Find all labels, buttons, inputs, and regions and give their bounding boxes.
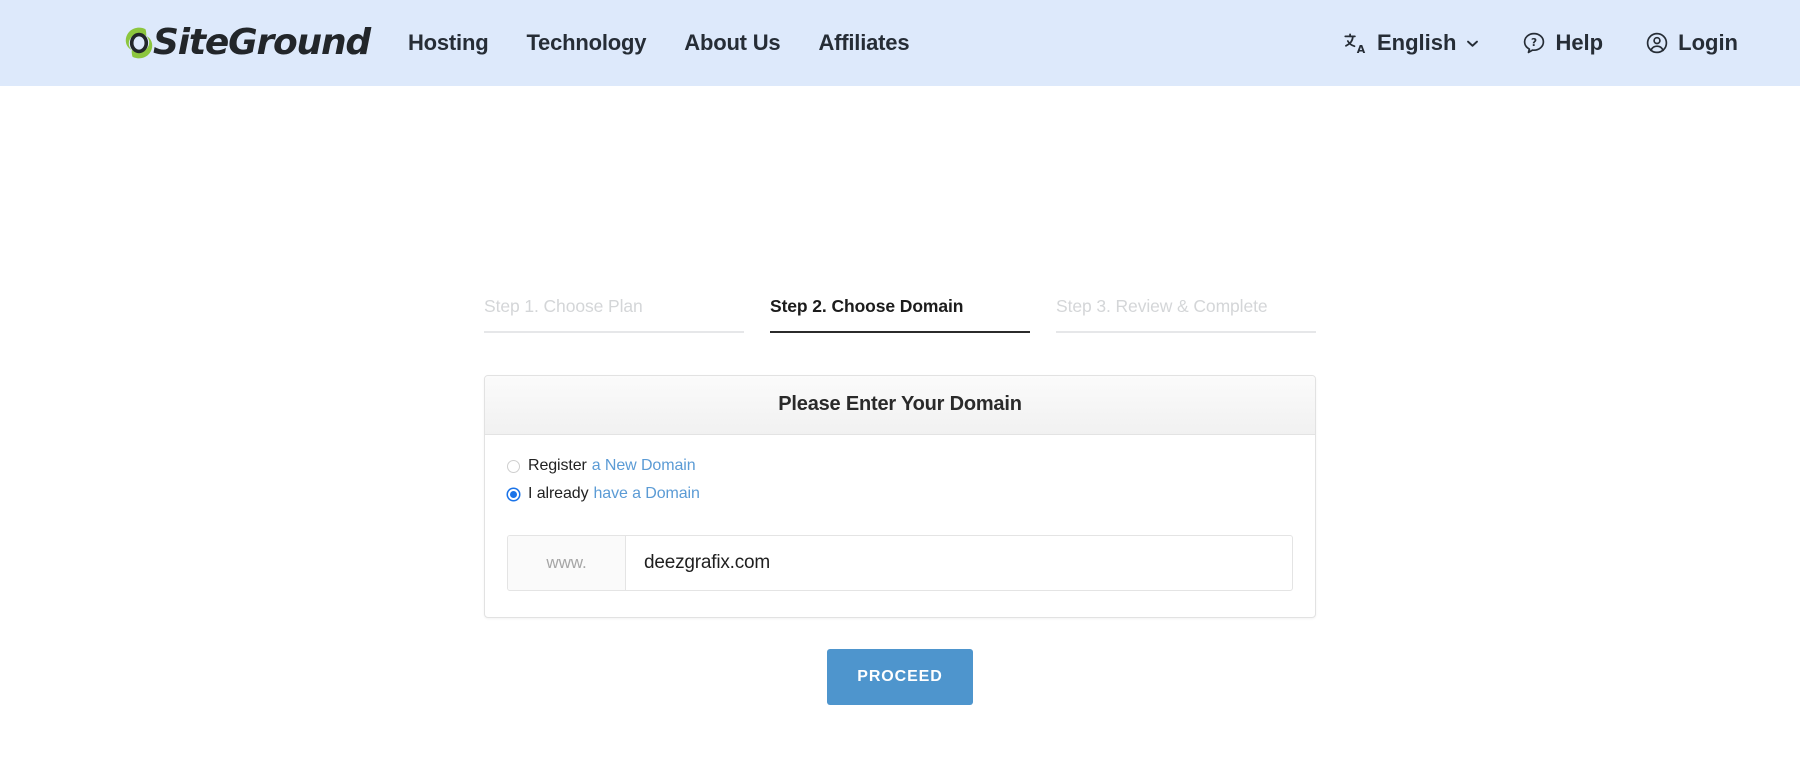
www-prefix-addon: www. [508,536,626,590]
header-right-actions: A English ? Help Login [1343,30,1738,56]
option-already-label: I already [528,485,588,503]
page-content: Step 1. Choose Plan Step 2. Choose Domai… [0,86,1800,705]
language-label: English [1377,30,1456,56]
domain-panel-header: Please Enter Your Domain [485,376,1315,435]
help-link[interactable]: ? Help [1522,30,1603,56]
nav-item-about-us[interactable]: About Us [684,30,780,56]
checkout-wizard: Step 1. Choose Plan Step 2. Choose Domai… [484,296,1316,705]
login-label: Login [1678,30,1738,56]
wizard-actions: PROCEED [484,649,1316,705]
nav-item-hosting[interactable]: Hosting [408,30,488,56]
step-1-choose-plan[interactable]: Step 1. Choose Plan [484,296,744,333]
radio-already-have-domain[interactable] [507,488,520,501]
help-label: Help [1555,30,1603,56]
domain-panel: Please Enter Your Domain Register a New … [484,375,1316,618]
siteground-swirl-logo-icon [122,24,156,62]
radio-register-new-domain[interactable] [507,460,520,473]
step-2-choose-domain[interactable]: Step 2. Choose Domain [770,296,1030,333]
panel-title: Please Enter Your Domain [778,393,1021,415]
site-header: SiteGround Hosting Technology About Us A… [0,0,1800,86]
option-register-new-domain[interactable]: Register a New Domain [507,457,1293,475]
chevron-down-icon [1465,36,1480,51]
domain-panel-body: Register a New Domain I already have a D… [485,435,1315,617]
nav-item-technology[interactable]: Technology [526,30,646,56]
question-bubble-icon: ? [1522,31,1546,55]
nav-item-affiliates[interactable]: Affiliates [818,30,909,56]
language-selector[interactable]: A English [1343,30,1480,56]
brand-name: SiteGround [153,25,370,61]
domain-input-group: www. [507,535,1293,591]
login-link[interactable]: Login [1645,30,1738,56]
svg-text:?: ? [1531,37,1537,49]
svg-text:A: A [1357,43,1366,56]
option-register-label: Register [528,457,587,475]
option-register-link[interactable]: a New Domain [592,457,696,475]
step-3-review-complete[interactable]: Step 3. Review & Complete [1056,296,1316,333]
siteground-logo[interactable]: SiteGround [122,24,370,62]
translate-icon: A [1343,31,1368,56]
wizard-steps: Step 1. Choose Plan Step 2. Choose Domai… [484,296,1316,333]
domain-input[interactable] [626,536,1292,590]
user-circle-icon [1645,31,1669,55]
option-already-link[interactable]: have a Domain [593,485,699,503]
proceed-button[interactable]: PROCEED [827,649,972,705]
option-already-have-domain[interactable]: I already have a Domain [507,485,1293,503]
main-nav: Hosting Technology About Us Affiliates [408,30,909,56]
